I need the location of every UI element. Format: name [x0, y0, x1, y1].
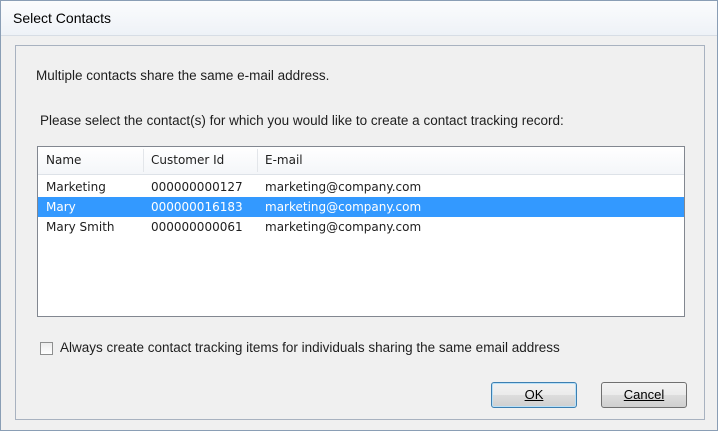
always-create-checkbox[interactable] [40, 342, 53, 355]
cell-name: Mary Smith [46, 220, 115, 234]
ok-button[interactable]: OK [491, 382, 577, 408]
selection-prompt: Please select the contact(s) for which y… [40, 113, 564, 128]
column-divider[interactable] [143, 149, 144, 172]
column-header-name[interactable]: Name [46, 147, 81, 174]
title-bar[interactable]: Select Contacts [1, 1, 717, 36]
table-row-selected[interactable]: Mary 000000016183 marketing@company.com [38, 197, 684, 217]
column-divider[interactable] [257, 149, 258, 172]
cancel-button-label: Cancel [623, 387, 665, 402]
cell-email: marketing@company.com [265, 180, 422, 194]
contacts-list[interactable]: Name Customer Id E-mail Marketing 000000… [37, 146, 685, 317]
window-title: Select Contacts [13, 10, 112, 26]
column-header-email[interactable]: E-mail [265, 147, 303, 174]
ok-button-label: OK [524, 387, 544, 402]
always-create-label[interactable]: Always create contact tracking items for… [60, 340, 560, 355]
select-contacts-dialog: Select Contacts Multiple contacts share … [0, 0, 718, 431]
cell-name: Marketing [46, 180, 106, 194]
cell-name: Mary [46, 200, 76, 214]
cell-customer-id: 000000000127 [151, 180, 243, 194]
cell-customer-id: 000000016183 [151, 200, 243, 214]
cell-email: marketing@company.com [265, 200, 422, 214]
cancel-button[interactable]: Cancel [601, 382, 687, 408]
column-header-customer-id[interactable]: Customer Id [151, 147, 224, 174]
cell-email: marketing@company.com [265, 220, 422, 234]
list-header: Name Customer Id E-mail [38, 147, 684, 175]
dialog-content: Multiple contacts share the same e-mail … [15, 45, 705, 420]
table-row[interactable]: Marketing 000000000127 marketing@company… [38, 177, 684, 197]
cell-customer-id: 000000000061 [151, 220, 243, 234]
table-row[interactable]: Mary Smith 000000000061 marketing@compan… [38, 217, 684, 237]
info-message: Multiple contacts share the same e-mail … [36, 68, 330, 83]
